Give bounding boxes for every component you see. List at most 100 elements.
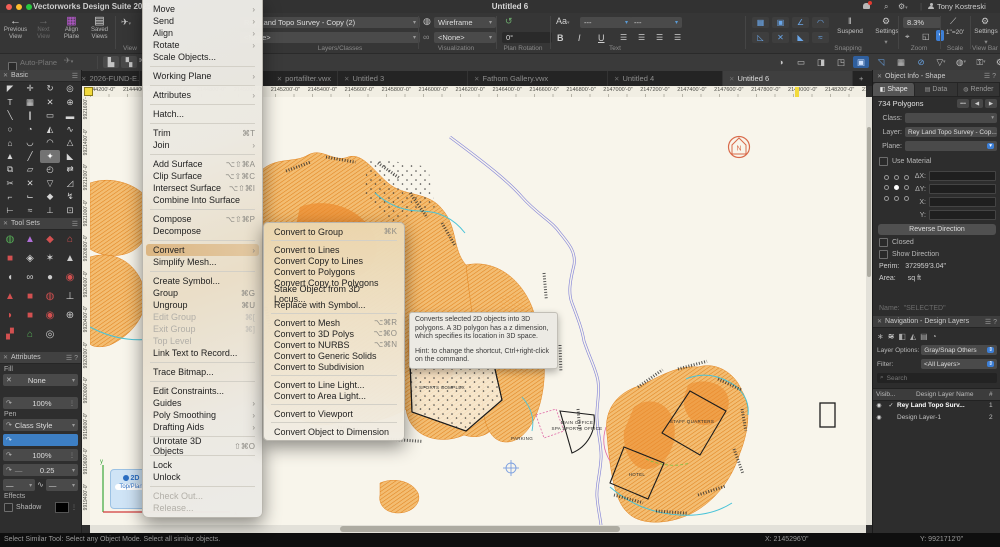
basic-tool-28-icon[interactable]: ✂ [0, 177, 20, 191]
object-snap-mode-icon[interactable]: ▙ [103, 56, 119, 68]
object-name-field[interactable]: "SELECTED" [904, 305, 946, 312]
align-center-icon[interactable]: ☰ [638, 33, 645, 42]
basic-tool-25-icon[interactable]: ▱ [20, 163, 40, 177]
close-icon[interactable]: ✕ [3, 354, 8, 361]
snap-mode-7-icon[interactable]: ≈ [812, 32, 829, 43]
nav-view-3-icon[interactable]: ◭ [910, 332, 916, 341]
snap-mode-1-icon[interactable]: ▣ [772, 17, 789, 28]
menu-item-trim[interactable]: Trim⌘T [143, 127, 262, 139]
basic-tool-32-icon[interactable]: ⌐ [0, 190, 20, 204]
submenu-item-convert-to-lines[interactable]: Convert to Lines [264, 244, 404, 255]
scale-icon[interactable]: ⟋ [950, 16, 956, 27]
menu-item-create-symbol[interactable]: Create Symbol... [143, 275, 262, 287]
oi-tab-shape[interactable]: ◧Shape [873, 83, 915, 96]
submenu-item-convert-to-3d-polys[interactable]: Convert to 3D Polys⌥⌘O [264, 328, 404, 339]
submenu-item-convert-to-area-light[interactable]: Convert to Area Light... [264, 390, 404, 401]
menu-item-join[interactable]: Join› [143, 139, 262, 151]
align-right-icon[interactable]: ☰ [656, 33, 663, 42]
toolset-19-icon[interactable]: ⊕ [60, 306, 80, 325]
search-input[interactable]: ⌕Search [877, 373, 997, 383]
tab-untitled-4[interactable]: ✕Untitled 4 [608, 71, 723, 86]
new-tab-button[interactable]: + [853, 71, 873, 86]
previous-view-button[interactable]: ←PreviousView [2, 16, 29, 40]
notifications-icon[interactable] [863, 3, 870, 9]
menu-item-link-text-to-record[interactable]: Link Text to Record... [143, 347, 262, 359]
closed-checkbox[interactable] [879, 238, 888, 247]
toolset-22-icon[interactable]: ◎ [40, 325, 60, 344]
design-layer-row-design-layer-1[interactable]: ◉Design Layer-12 [873, 412, 1000, 423]
snapping-settings-icon[interactable]: ⚙ [882, 16, 890, 27]
basic-tool-16-icon[interactable]: ⌂ [0, 136, 20, 150]
menu-item-rotate[interactable]: Rotate› [143, 39, 262, 51]
toolset-0-icon[interactable]: ◍ [0, 230, 20, 249]
navigation-header[interactable]: ✕Navigation - Design Layers☰ ? [873, 316, 1000, 328]
submenu-item-convert-to-mesh[interactable]: Convert to Mesh⌥⌘R [264, 317, 404, 328]
submenu-item-convert-to-subdivision[interactable]: Convert to Subdivision [264, 361, 404, 372]
bold-button[interactable]: B [557, 33, 564, 43]
basic-tool-35-icon[interactable]: ↯ [60, 190, 80, 204]
basic-tool-21-icon[interactable]: ╱ [20, 150, 40, 164]
active-layer-dropdown[interactable]: Rey Land Topo Survey - Copy (2)▾ [240, 17, 420, 28]
drag-handle-icon[interactable]: ⋮ [71, 504, 77, 511]
basic-tool-20-icon[interactable]: ▲ [0, 150, 20, 164]
attributes-palette-header[interactable]: ✕Attributes☰ ? [0, 352, 81, 364]
marker-style-dropdown[interactable]: —▾ [46, 479, 78, 491]
visibility-eye-icon[interactable]: ◉ [873, 414, 885, 421]
zoom-level-field[interactable]: 8.3% [903, 17, 941, 28]
class-dropdown[interactable]: ▾ [905, 113, 997, 123]
plane-mode-icon[interactable]: ✈▾ [64, 56, 73, 65]
visibility-eye-icon[interactable]: ◉ [873, 402, 885, 409]
submenu-item-convert-to-viewport[interactable]: Convert to Viewport [264, 408, 404, 419]
menu-item-add-surface[interactable]: Add Surface⌥⇧⌘A [143, 158, 262, 170]
basic-tool-23-icon[interactable]: ◣ [60, 150, 80, 164]
basic-tool-15-icon[interactable]: ∿ [60, 123, 80, 137]
shadow-color-swatch[interactable] [55, 502, 69, 513]
basic-tool-39-icon[interactable]: ⊡ [60, 204, 80, 218]
toolset-2-icon[interactable]: ◆ [40, 230, 60, 249]
next-object-button[interactable]: ▶ [985, 99, 997, 108]
menu-item-edit-constraints[interactable]: Edit Constraints... [143, 385, 262, 397]
toolset-14-icon[interactable]: ◍ [40, 287, 60, 306]
pen-opacity-slider[interactable]: ↷100%⋮ [3, 449, 78, 461]
design-layer-row-rey-land-topo-surv[interactable]: ◉✓Rey Land Topo Surv...1 [873, 400, 1000, 411]
dx-field[interactable] [929, 171, 996, 181]
toolset-6-icon[interactable]: ✶ [40, 249, 60, 268]
basic-tool-0-icon[interactable]: ◤ [0, 82, 20, 96]
close-tab-icon[interactable]: ✕ [344, 75, 349, 83]
toolset-20-icon[interactable]: ▞ [0, 325, 20, 344]
menu-icon[interactable]: ☰ [72, 72, 78, 80]
basic-tool-11-icon[interactable]: ▬ [60, 109, 80, 123]
line-weight-dropdown[interactable]: ↷—0.25▾ [3, 464, 78, 476]
toolset-16-icon[interactable]: ◗ [0, 306, 20, 325]
horizontal-scrollbar[interactable] [90, 525, 866, 533]
viewbar-tool-5-icon[interactable]: ◹ [873, 56, 889, 68]
basic-tool-9-icon[interactable]: ∥ [20, 109, 40, 123]
viewbar-tool-0-icon[interactable]: ◑ [773, 56, 789, 68]
chevron-down-icon[interactable]: ▾ [880, 38, 892, 46]
close-icon[interactable]: ✕ [3, 220, 8, 227]
menu-item-send[interactable]: Send› [143, 15, 262, 27]
submenu-item-convert-copy-to-lines[interactable]: Convert Copy to Lines [264, 255, 404, 266]
x-field[interactable] [929, 197, 996, 207]
pen-style-dropdown[interactable]: ↷Class Style▾ [3, 419, 78, 431]
font-style-dropdown[interactable]: ---▾ [580, 17, 632, 28]
nav-view-1-icon[interactable]: ≋ [888, 332, 895, 341]
font-size-dropdown[interactable]: ---▾ [630, 17, 682, 28]
fill-opacity-slider[interactable]: ↷100%⋮ [3, 397, 78, 409]
submenu-item-convert-to-group[interactable]: Convert to Group⌘K [264, 226, 404, 237]
y-field[interactable] [929, 210, 996, 220]
gear-icon[interactable]: ⚙▾ [898, 2, 908, 11]
tab-2026-fund-e[interactable]: ✕2026-FUND-E... [75, 71, 140, 86]
line-style-dropdown[interactable]: —▾ [3, 479, 35, 491]
zoom-window-button[interactable] [26, 4, 32, 10]
toolset-1-icon[interactable]: ▲ [20, 230, 40, 249]
plan-rotation-field[interactable]: 0° [502, 32, 552, 43]
toolset-15-icon[interactable]: ⊥ [60, 287, 80, 306]
basic-tool-33-icon[interactable]: ⌙ [20, 190, 40, 204]
toolset-4-icon[interactable]: ■ [0, 249, 20, 268]
search-icon[interactable]: ⌕ [884, 2, 888, 12]
menu-item-trace-bitmap[interactable]: Trace Bitmap... [143, 366, 262, 378]
menu-item-decompose[interactable]: Decompose [143, 225, 262, 237]
toolset-13-icon[interactable]: ■ [20, 287, 40, 306]
menu-item-ungroup[interactable]: Ungroup⌘U [143, 299, 262, 311]
